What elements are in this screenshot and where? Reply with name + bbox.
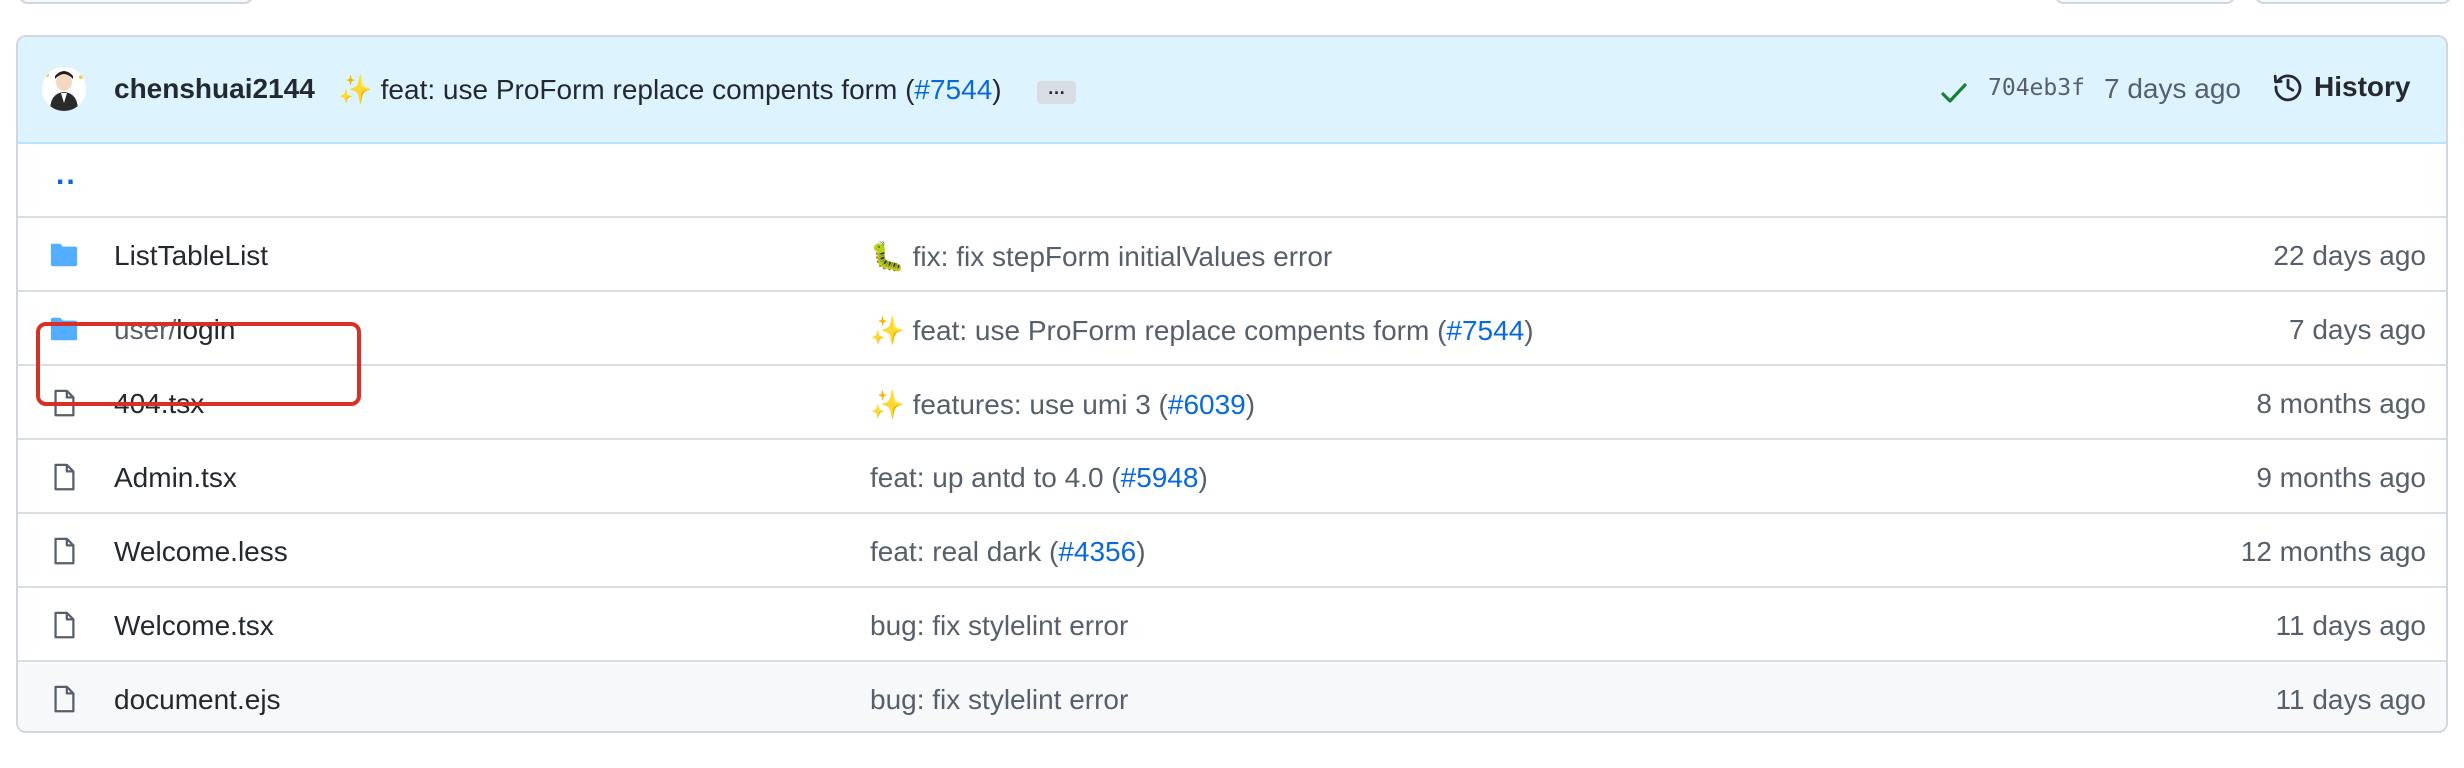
file-age: 8 months ago [2256, 388, 2426, 419]
avatar-icon [42, 67, 86, 111]
file-list: .. ListTableList 🐛 fix: fix stepForm init… [18, 144, 2446, 731]
file-age: 11 days ago [2275, 610, 2427, 641]
commit-message-suffix: ) [1136, 536, 1146, 567]
file-age: 22 days ago [2273, 240, 2426, 271]
commit-message-suffix: ) [1198, 462, 1208, 493]
file-browser: chenshuai2144 ✨ feat: use ProForm replac… [16, 35, 2448, 733]
latest-commit-message: ✨ feat: use ProForm replace compents for… [338, 73, 1002, 106]
history-label: History [2314, 71, 2411, 102]
pr-link[interactable]: #7544 [1446, 315, 1524, 346]
commit-emoji: ✨ [870, 315, 905, 346]
file-row[interactable]: Welcome.less feat: real dark (#4356) 12 mo… [18, 514, 2446, 588]
file-name[interactable]: Admin.tsx [114, 462, 237, 493]
commit-message-link[interactable]: bug: fix stylelint error [870, 610, 1128, 641]
highlight-box [36, 322, 361, 406]
file-icon [54, 537, 75, 565]
file-name[interactable]: ListTableList [114, 240, 268, 271]
file-commit-message: feat: real dark (#4356) [870, 536, 1146, 568]
file-name-link[interactable]: Admin.tsx [114, 462, 237, 494]
file-name[interactable]: document.ejs [114, 684, 281, 715]
latest-commit-header: chenshuai2144 ✨ feat: use ProForm replac… [18, 37, 2446, 144]
commit-emoji: ✨ [870, 389, 905, 420]
file-age: 12 months ago [2240, 536, 2426, 567]
file-name-link[interactable]: Welcome.tsx [114, 610, 274, 642]
commit-message-link[interactable]: bug: fix stylelint error [870, 684, 1128, 715]
commit-message-suffix: ) [1245, 389, 1256, 420]
file-name[interactable]: Welcome.tsx [114, 610, 274, 641]
history-icon [2273, 74, 2302, 102]
file-name-link[interactable]: Welcome.less [114, 536, 288, 568]
pr-link[interactable]: #5948 [1121, 462, 1199, 493]
check-icon[interactable] [1938, 77, 1970, 109]
commit-message-text[interactable]: feat: use ProForm replace compents form … [373, 74, 915, 105]
parent-directory-link[interactable]: .. [56, 158, 77, 192]
file-row[interactable]: Admin.tsx feat: up antd to 4.0 (#5948) 9 m… [18, 440, 2446, 514]
commit-message-link[interactable]: feat: use ProForm replace compents form … [905, 315, 1447, 346]
file-name-link[interactable]: document.ejs [114, 684, 281, 716]
file-icon [54, 463, 75, 491]
commit-message-suffix: ) [1524, 315, 1534, 346]
partial-button-top-right-1[interactable] [2054, 0, 2236, 4]
file-row[interactable]: 404.tsx ✨ features: use umi 3 (#6039) 8 mo… [18, 366, 2446, 440]
avatar[interactable] [42, 67, 86, 111]
file-commit-message: ✨ features: use umi 3 (#6039) [870, 388, 1255, 421]
file-commit-message: 🐛 fix: fix stepForm initialValues error [870, 240, 1332, 273]
commit-pr-link[interactable]: #7544 [914, 74, 992, 105]
commit-author-link[interactable]: chenshuai2144 [114, 73, 315, 105]
file-row[interactable]: Welcome.tsx bug: fix stylelint error 11 da… [18, 588, 2446, 662]
commit-message-link[interactable]: fix: fix stepForm initialValues error [905, 241, 1333, 272]
file-name[interactable]: Welcome.less [114, 536, 288, 567]
sparkles-emoji: ✨ [338, 74, 373, 105]
parent-directory-row[interactable]: .. [18, 144, 2446, 218]
file-row[interactable]: user/login ✨ feat: use ProForm replace co… [18, 292, 2446, 366]
file-commit-message: feat: up antd to 4.0 (#5948) [870, 462, 1208, 494]
file-commit-message: ✨ feat: use ProForm replace compents for… [870, 314, 1534, 347]
file-row[interactable]: ListTableList 🐛 fix: fix stepForm initial… [18, 218, 2446, 292]
file-icon [54, 685, 75, 713]
file-age: 11 days ago [2275, 684, 2427, 715]
expand-commit-button[interactable]: … [1037, 79, 1076, 104]
commit-sha-link[interactable]: 704eb3f [1988, 75, 2085, 101]
file-commit-message: bug: fix stylelint error [870, 684, 1128, 716]
file-row[interactable]: document.ejs bug: fix stylelint error 11 d… [18, 662, 2446, 731]
commit-message-link[interactable]: feat: up antd to 4.0 ( [870, 462, 1121, 493]
file-icon [54, 611, 75, 639]
file-commit-message: bug: fix stylelint error [870, 610, 1128, 642]
folder-icon [50, 243, 78, 267]
partial-button-top-right-2[interactable] [2254, 0, 2452, 4]
partial-button-top-left[interactable] [18, 0, 254, 4]
file-name-link[interactable]: ListTableList [114, 240, 268, 272]
pr-link[interactable]: #4356 [1058, 536, 1136, 567]
commit-age: 7 days ago [2104, 73, 2241, 104]
history-button[interactable]: History [2272, 71, 2410, 103]
file-age: 9 months ago [2256, 462, 2426, 493]
commit-message-suffix: ) [992, 74, 1002, 105]
pr-link[interactable]: #6039 [1168, 389, 1246, 420]
commit-emoji: 🐛 [870, 241, 905, 272]
commit-message-link[interactable]: features: use umi 3 ( [905, 389, 1168, 420]
commit-message-link[interactable]: feat: real dark ( [870, 536, 1058, 567]
file-age: 7 days ago [2289, 314, 2426, 345]
